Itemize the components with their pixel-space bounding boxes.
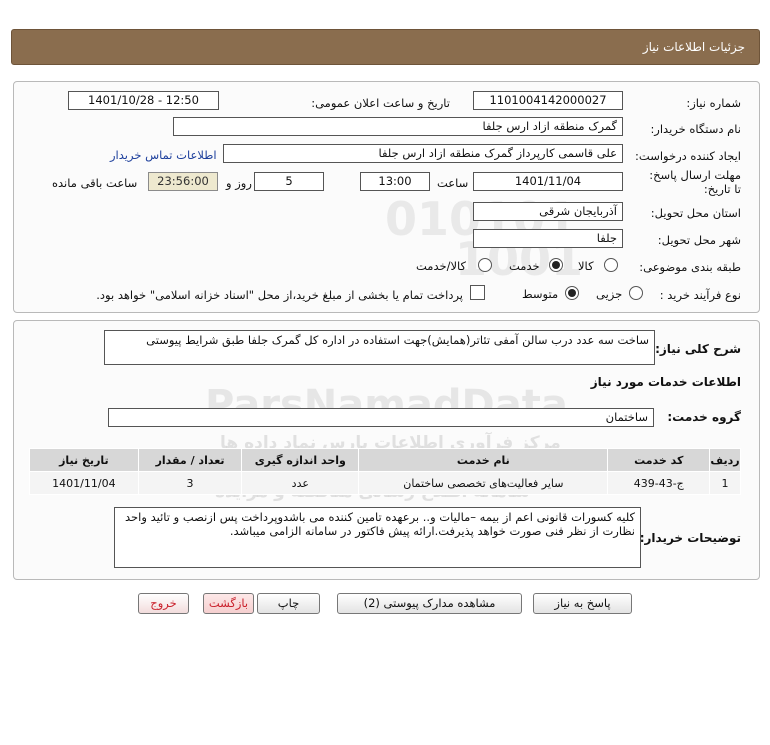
category-radio-service[interactable] bbox=[549, 258, 563, 272]
summary-text-field: ساخت سه عدد درب سالن آمفی تئاتر(همایش)جه… bbox=[104, 330, 655, 365]
col-service-code: کد خدمت bbox=[607, 448, 711, 472]
process-option-medium: متوسط bbox=[522, 287, 559, 301]
cell-need-date: 1401/11/04 bbox=[29, 471, 139, 495]
page-header: جزئیات اطلاعات نیاز bbox=[11, 29, 760, 65]
cell-unit: عدد bbox=[241, 471, 360, 495]
category-option-goods: کالا bbox=[578, 259, 594, 273]
need-number-label: شماره نیاز: bbox=[686, 96, 741, 110]
reply-to-need-button[interactable]: پاسخ به نیاز bbox=[533, 593, 632, 614]
category-radio-goods-service[interactable] bbox=[478, 258, 492, 272]
cell-service-code: ج-43-439 bbox=[607, 471, 711, 495]
treasury-payment-checkbox[interactable] bbox=[470, 285, 485, 300]
service-group-field: ساختمان bbox=[108, 408, 654, 427]
days-field: 5 bbox=[254, 172, 324, 191]
process-radio-minor[interactable] bbox=[629, 286, 643, 300]
province-field: آذربایجان شرقی bbox=[473, 202, 623, 221]
services-table: ردیف کد خدمت نام خدمت واحد اندازه گیری ت… bbox=[29, 448, 741, 495]
requester-field: علی قاسمی کارپرداز گمرک منطقه ازاد ارس ج… bbox=[223, 144, 623, 163]
buyer-notes-text: کلیه کسورات قانونی اعم از بیمه –مالیات و… bbox=[125, 510, 635, 538]
deadline-label: مهلت ارسال پاسخ: تا تاریخ: bbox=[641, 168, 741, 196]
days-label: روز و bbox=[226, 176, 252, 190]
services-section-title: اطلاعات خدمات مورد نیاز bbox=[590, 375, 741, 389]
process-radio-medium[interactable] bbox=[565, 286, 579, 300]
summary-label: شرح کلی نیاز: bbox=[655, 342, 741, 356]
summary-text: ساخت سه عدد درب سالن آمفی تئاتر(همایش)جه… bbox=[146, 333, 649, 347]
remaining-time-label: ساعت باقی مانده bbox=[52, 176, 138, 190]
page-title: جزئیات اطلاعات نیاز bbox=[642, 40, 745, 54]
category-option-service: خدمت bbox=[509, 259, 540, 273]
announce-datetime-field: 1401/10/28 - 12:50 bbox=[68, 91, 219, 110]
deadline-time-field: 13:00 bbox=[360, 172, 430, 191]
col-need-date: تاریخ نیاز bbox=[29, 448, 139, 472]
print-button[interactable]: چاپ bbox=[257, 593, 320, 614]
deadline-label-text: مهلت ارسال پاسخ: تا تاریخ: bbox=[649, 168, 741, 196]
announce-datetime-label: تاریخ و ساعت اعلان عمومی: bbox=[311, 96, 450, 110]
buyer-contact-link[interactable]: اطلاعات تماس خریدار bbox=[110, 148, 217, 162]
col-service-name: نام خدمت bbox=[358, 448, 609, 472]
exit-button[interactable]: خروج bbox=[138, 593, 189, 614]
category-radio-goods[interactable] bbox=[604, 258, 618, 272]
view-attachments-button[interactable]: مشاهده مدارک پیوستی (2) bbox=[337, 593, 522, 614]
buyer-notes-label: توضیحات خریدار: bbox=[639, 531, 741, 545]
col-unit: واحد اندازه گیری bbox=[241, 448, 360, 472]
table-row: 1 ج-43-439 سایر فعالیت‌های تخصصی ساختمان… bbox=[29, 471, 741, 495]
process-option-minor: جزیی bbox=[596, 287, 623, 301]
remaining-time-field: 23:56:00 bbox=[148, 172, 218, 191]
process-type-label: نوع فرآیند خرید : bbox=[659, 288, 741, 302]
deadline-date-field: 1401/11/04 bbox=[473, 172, 623, 191]
buyer-notes-field: کلیه کسورات قانونی اعم از بیمه –مالیات و… bbox=[114, 507, 641, 568]
services-table-header: ردیف کد خدمت نام خدمت واحد اندازه گیری ت… bbox=[29, 448, 741, 472]
category-label: طبقه بندی موضوعی: bbox=[639, 260, 741, 274]
deadline-time-label: ساعت bbox=[437, 176, 469, 190]
city-label: شهر محل تحویل: bbox=[657, 233, 741, 247]
buyer-org-field: گمرک منطقه ازاد ارس جلفا bbox=[173, 117, 623, 136]
col-row-number: ردیف bbox=[709, 448, 741, 472]
treasury-payment-note: پرداخت تمام یا بخشی از مبلغ خرید،از محل … bbox=[96, 288, 463, 302]
buyer-org-label: نام دستگاه خریدار: bbox=[650, 122, 741, 136]
cell-row-number: 1 bbox=[709, 471, 741, 495]
cell-service-name: سایر فعالیت‌های تخصصی ساختمان bbox=[358, 471, 609, 495]
back-button[interactable]: بازگشت bbox=[203, 593, 254, 614]
city-field: جلفا bbox=[473, 229, 623, 248]
province-label: استان محل تحویل: bbox=[650, 206, 741, 220]
col-quantity: تعداد / مقدار bbox=[137, 448, 243, 472]
category-option-goods-service: کالا/خدمت bbox=[416, 259, 467, 273]
service-group-label: گروه خدمت: bbox=[667, 410, 741, 424]
cell-quantity: 3 bbox=[137, 471, 243, 495]
requester-label: ایجاد کننده درخواست: bbox=[635, 149, 741, 163]
need-number-field: 1101004142000027 bbox=[473, 91, 623, 110]
